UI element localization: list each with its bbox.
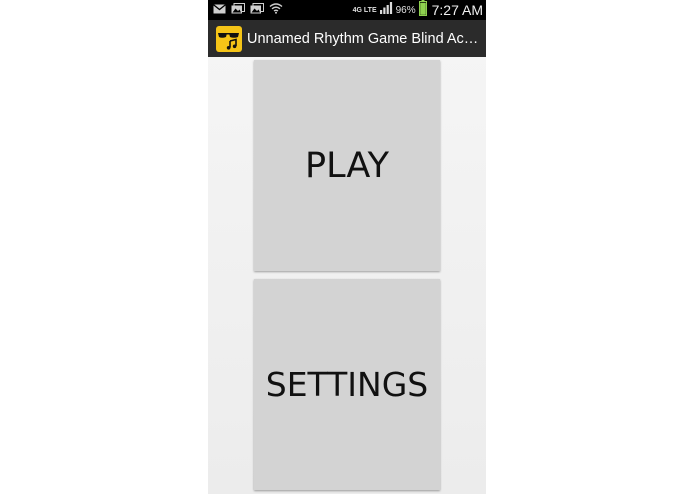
settings-button[interactable]: SETTINGS: [254, 279, 440, 490]
phone-screen: 4G LTE 96% 7:27 AM Unnamed Rhythm Game B…: [208, 0, 486, 494]
settings-button-label: SETTINGS: [265, 365, 429, 404]
battery-percent: 96%: [395, 4, 416, 16]
network-type-label: 4G LTE: [352, 6, 377, 14]
action-bar: Unnamed Rhythm Game Blind Acce...: [208, 20, 486, 57]
gmail-icon: [213, 1, 226, 19]
play-button[interactable]: PLAY: [254, 60, 440, 271]
wifi-icon: [269, 1, 283, 19]
status-bar: 4G LTE 96% 7:27 AM: [208, 0, 486, 20]
battery-icon: [418, 0, 427, 21]
photo-notification-icon: [250, 1, 264, 19]
signal-icon: [379, 1, 393, 19]
app-logo-icon: [216, 25, 242, 52]
play-button-label: PLAY: [304, 145, 389, 186]
app-title: Unnamed Rhythm Game Blind Acce...: [247, 30, 479, 47]
notification-icons: [213, 3, 283, 17]
system-status: 4G LTE 96% 7:27 AM: [353, 0, 483, 20]
sunglasses-music-note-icon: [218, 32, 239, 50]
status-clock: 7:27 AM: [431, 2, 483, 18]
photo-notification-icon: [231, 1, 245, 19]
